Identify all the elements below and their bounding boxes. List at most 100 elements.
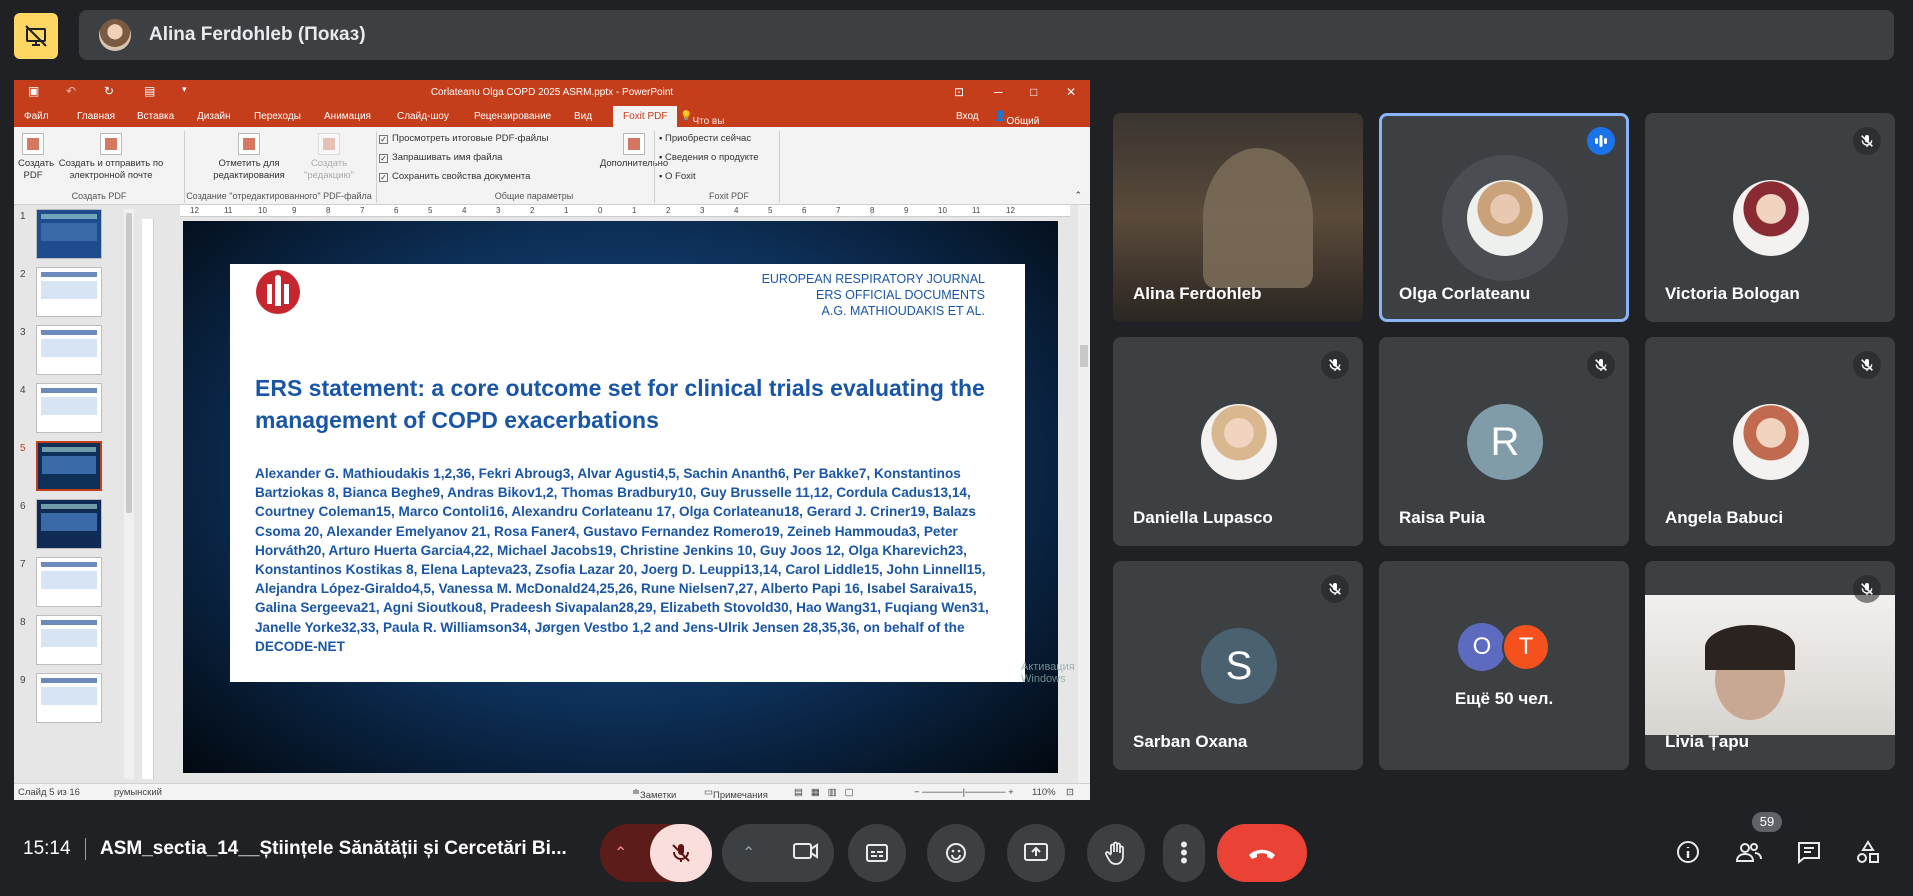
sign-in-link: Вход	[956, 111, 979, 122]
slide-thumbnail	[36, 441, 102, 491]
presenting-indicator[interactable]	[14, 13, 58, 59]
mark-redaction-button: Отметить для редактирования	[204, 133, 294, 182]
participant-tile[interactable]: Daniella Lupasco	[1113, 337, 1363, 546]
collapse-ribbon-icon: ⌃	[1074, 190, 1082, 200]
zoom-slider: − ──────|────── +	[914, 787, 1014, 798]
present-off-icon	[25, 25, 47, 47]
tab-animations: Анимация	[324, 111, 371, 122]
people-icon	[1735, 843, 1762, 862]
chat-icon	[1798, 842, 1820, 864]
ppt-editor-body: 1 2 3 4 5 6 7 8 9 12 11 10 9 8 7 6 5 4 3 2 1 0 1 2 3 4 5 6 7 8 9 10 11 1…	[14, 205, 1090, 783]
thumb-number: 9	[20, 675, 26, 686]
participant-count-badge: 59	[1752, 812, 1782, 832]
avatar-t: T	[1502, 623, 1550, 671]
mic-muted-icon	[1587, 351, 1615, 379]
people-button[interactable]	[1727, 830, 1771, 874]
raise-hand-button[interactable]	[1087, 824, 1145, 882]
ppt-status-bar: Слайд 5 из 16 румынский ≐ Заметки ▭ Прим…	[14, 783, 1090, 800]
video-feed	[1645, 595, 1895, 735]
horizontal-ruler: 12 11 10 9 8 7 6 5 4 3 2 1 0 1 2 3 4 5 6 7 8 9 10 11 12	[180, 205, 1070, 217]
view-buttons: ▤ ▦ ▥ ▢	[794, 787, 854, 798]
avatar-o: O	[1458, 623, 1506, 671]
camera-options-chevron-icon[interactable]: ⌃	[742, 843, 755, 863]
thumb-number: 3	[20, 327, 26, 338]
participant-tile[interactable]: Victoria Bologan	[1645, 113, 1895, 322]
avatar-letter: R	[1467, 404, 1543, 480]
paper-title: ERS statement: a core outcome set for cl…	[255, 375, 985, 433]
ribbon-display-icon: ⊡	[954, 85, 965, 99]
more-vert-icon: • • •	[1180, 832, 1188, 873]
chat-button[interactable]	[1787, 830, 1831, 874]
mic-off-icon[interactable]	[650, 824, 712, 882]
tab-transitions: Переходы	[254, 111, 301, 122]
vertical-ruler	[142, 219, 154, 779]
option-view-pdf: ✓ Просмотреть итоговые PDF-файлы	[379, 133, 549, 144]
journal-header: EUROPEAN RESPIRATORY JOURNAL ERS OFFICIA…	[761, 272, 985, 318]
avatar	[1733, 404, 1809, 480]
tab-review: Рецензирование	[474, 111, 552, 122]
tab-home: Главная	[77, 111, 116, 122]
emoji-button[interactable]	[927, 824, 985, 882]
mic-muted-icon	[1321, 351, 1349, 379]
participant-name: Olga Corlateanu	[1399, 284, 1531, 303]
mic-muted-icon	[1853, 575, 1881, 603]
meeting-name: ASM_sectia_14__Științele Sănătății și Ce…	[100, 838, 567, 859]
minimize-icon: ─	[994, 85, 1003, 99]
more-participants-label: Ещё 50 чел.	[1454, 689, 1554, 708]
meeting-info-button[interactable]	[1666, 830, 1710, 874]
option-ask-filename: ✓ Запрашивать имя файла	[379, 152, 503, 163]
presenter-avatar	[99, 19, 131, 51]
current-slide: EUROPEAN RESPIRATORY JOURNAL ERS OFFICIA…	[183, 221, 1075, 773]
raise-hand-icon	[1105, 841, 1124, 865]
thumb-number: 1	[20, 211, 26, 222]
thumb-number: 8	[20, 617, 26, 628]
participant-tile[interactable]: R Raisa Puia	[1379, 337, 1629, 546]
slide-counter: Слайд 5 из 16	[18, 787, 80, 798]
thumb-scrollbar	[124, 209, 134, 779]
ers-logo	[256, 270, 300, 314]
participant-name: Livia Țapu	[1665, 732, 1750, 751]
create-pdf-button: Создать PDF	[18, 133, 54, 182]
activities-icon	[1857, 840, 1879, 863]
mic-options-chevron-icon[interactable]: ⌃	[614, 843, 627, 863]
ppt-window-title: Corlateanu Olga COPD 2025 ASRM.pptx - Po…	[430, 87, 674, 98]
presenter-bar: Alina Ferdohleb (Показ)	[79, 10, 1894, 60]
more-participants-tile[interactable]: O T Ещё 50 чел.	[1379, 561, 1629, 770]
slide-thumbnail	[36, 557, 102, 607]
ppt-ribbon: Создать PDF Создать и отправить по элект…	[14, 127, 1090, 205]
option-save-properties: ✓ Сохранить свойства документа	[379, 171, 531, 182]
about-foxit-link: ▪ О Foxit	[659, 171, 696, 182]
participant-tile[interactable]: Livia Țapu	[1645, 561, 1895, 770]
participant-tile[interactable]: Angela Babuci	[1645, 337, 1895, 546]
fit-slide-icon: ⊡	[1066, 787, 1074, 798]
present-screen-button[interactable]	[1007, 824, 1065, 882]
participant-name: Sarban Oxana	[1133, 732, 1248, 751]
more-options-button[interactable]: • • •	[1163, 824, 1205, 882]
activities-button[interactable]	[1846, 830, 1890, 874]
group-label-create-pdf: Создать PDF	[71, 191, 127, 201]
camera-icon[interactable]	[792, 841, 820, 866]
tab-insert: Вставка	[137, 111, 175, 122]
participant-name: Raisa Puia	[1399, 508, 1485, 527]
participant-tile[interactable]: S Sarban Oxana	[1113, 561, 1363, 770]
group-label-redaction: Создание "отредактированного" PDF-файла	[186, 191, 372, 201]
slide-thumbnail	[36, 615, 102, 665]
microphone-control[interactable]: ⌃	[600, 824, 712, 882]
avatar-letter: S	[1201, 628, 1277, 704]
slide-scrollbar	[1078, 205, 1090, 783]
camera-control[interactable]: ⌃	[722, 824, 834, 882]
participant-tile[interactable]: Alina Ferdohleb	[1113, 113, 1363, 322]
group-label-options: Общие параметры	[494, 191, 574, 201]
maximize-icon: □	[1030, 85, 1038, 99]
participant-name: Daniella Lupasco	[1133, 508, 1273, 527]
participant-tile[interactable]: Olga Corlateanu	[1379, 113, 1629, 322]
leave-call-button[interactable]	[1217, 824, 1307, 882]
close-icon: ✕	[1066, 85, 1077, 99]
slide-thumbnail	[36, 673, 102, 723]
present-screen-icon	[1024, 843, 1048, 861]
captions-button[interactable]	[848, 824, 906, 882]
speaking-indicator-icon	[1587, 127, 1615, 155]
ppt-ribbon-tabs: Файл Главная Вставка Дизайн Переходы Ани…	[14, 106, 1090, 149]
end-call-icon	[1249, 849, 1275, 859]
mic-muted-icon	[1853, 127, 1881, 155]
